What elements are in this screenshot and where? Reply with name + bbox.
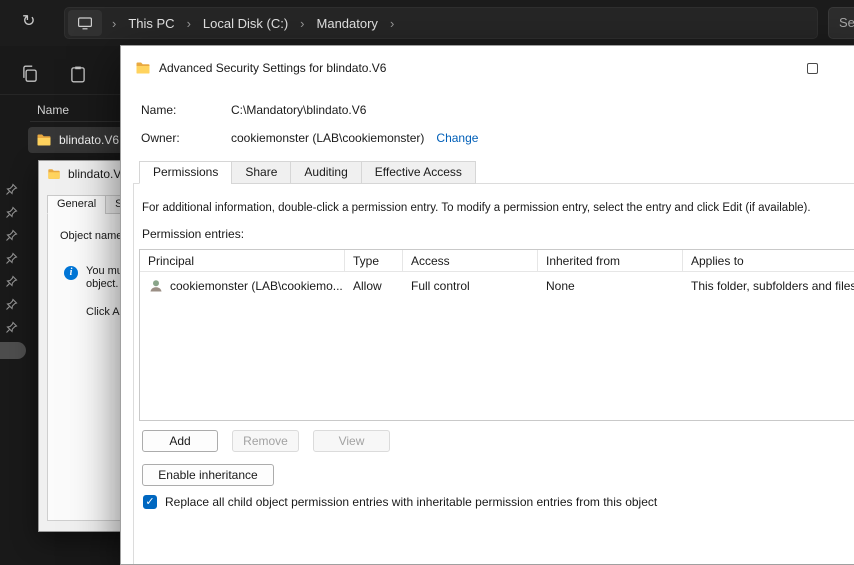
- chevron-icon: ›: [112, 15, 117, 31]
- pin-icon: [5, 183, 18, 196]
- tab-general[interactable]: General: [47, 195, 107, 214]
- user-avatar-icon: [150, 280, 162, 292]
- instruction-text: For additional information, double-click…: [142, 202, 811, 214]
- pin-icon: [5, 229, 18, 242]
- owner-value: cookiemonster (LAB\cookiemonster): [231, 131, 425, 145]
- replace-permissions-checkbox-label: Replace all child object permission entr…: [165, 495, 658, 509]
- chevron-icon: ›: [186, 15, 191, 31]
- replace-permissions-checkbox-row[interactable]: ✓ Replace all child object permission en…: [143, 495, 657, 509]
- add-button[interactable]: Add: [142, 430, 218, 452]
- pin-icon: [5, 275, 18, 288]
- inherited-from-cell: None: [546, 279, 575, 293]
- breadcrumb-item-mandatory[interactable]: Mandatory: [315, 16, 380, 31]
- file-item-label: blindato.V6: [59, 133, 120, 147]
- copy-icon[interactable]: [20, 64, 40, 84]
- permission-entries-label: Permission entries:: [142, 227, 245, 241]
- breadcrumb-item-this-pc[interactable]: This PC: [126, 16, 176, 31]
- name-column-header[interactable]: Name: [37, 103, 69, 117]
- command-bar-divider: [0, 94, 120, 95]
- paste-icon[interactable]: [68, 64, 88, 84]
- principal-cell: cookiemonster (LAB\cookiemo...: [140, 278, 345, 294]
- security-dialog-title: Advanced Security Settings for blindato.…: [159, 61, 387, 75]
- folder-icon: [136, 62, 150, 74]
- change-owner-link[interactable]: Change: [436, 131, 478, 145]
- tab-effective-access[interactable]: Effective Access: [360, 161, 476, 184]
- column-header-inherited-from[interactable]: Inherited from: [538, 250, 683, 271]
- remove-button[interactable]: Remove: [232, 430, 299, 452]
- enable-inheritance-button[interactable]: Enable inheritance: [142, 464, 274, 486]
- name-value: C:\Mandatory\blindato.V6: [231, 103, 367, 117]
- permissions-table: Principal Type Access Inherited from App…: [139, 249, 854, 421]
- pin-icon: [5, 206, 18, 219]
- view-button[interactable]: View: [313, 430, 390, 452]
- sidebar-selection-indicator: [0, 342, 26, 359]
- checkbox-checked-icon[interactable]: ✓: [143, 495, 157, 509]
- info-text-line2: object.: [86, 278, 119, 290]
- name-field-row: Name: C:\Mandatory\blindato.V6: [141, 103, 366, 117]
- tab-auditing[interactable]: Auditing: [290, 161, 362, 184]
- pin-icon: [5, 321, 18, 334]
- close-button[interactable]: ✕: [835, 46, 854, 90]
- monitor-icon: [78, 17, 93, 30]
- breadcrumb-item-local-disk[interactable]: Local Disk (C:): [201, 16, 290, 31]
- info-icon: i: [64, 266, 78, 280]
- maximize-button[interactable]: [789, 46, 835, 90]
- table-header-row: Principal Type Access Inherited from App…: [140, 250, 854, 272]
- refresh-icon[interactable]: ↻: [22, 13, 35, 31]
- security-dialog-titlebar: Advanced Security Settings for blindato.…: [121, 46, 854, 90]
- object-name-label: Object name:: [60, 230, 126, 242]
- folder-icon: [48, 169, 60, 179]
- address-bar[interactable]: › This PC › Local Disk (C:) › Mandatory …: [64, 7, 818, 39]
- column-divider: [30, 121, 120, 122]
- computer-icon[interactable]: [68, 10, 102, 36]
- pin-icon: [5, 298, 18, 311]
- security-tabs: Permissions Share Auditing Effective Acc…: [139, 161, 476, 184]
- permissions-panel: For additional information, double-click…: [133, 183, 854, 564]
- name-label: Name:: [141, 103, 177, 117]
- applies-to-cell: This folder, subfolders and files: [691, 279, 854, 293]
- access-cell: Full control: [411, 279, 470, 293]
- advanced-security-dialog: Advanced Security Settings for blindato.…: [120, 45, 854, 565]
- type-cell: Allow: [353, 279, 382, 293]
- pin-icon: [5, 252, 18, 265]
- explorer-topbar: ↻ › This PC › Local Disk (C:) › Mandator…: [0, 0, 854, 46]
- column-header-principal[interactable]: Principal: [140, 250, 345, 271]
- chevron-icon: ›: [389, 15, 395, 31]
- file-item-blindato-v6[interactable]: blindato.V6: [28, 127, 120, 153]
- column-header-type[interactable]: Type: [345, 250, 403, 271]
- principal-text: cookiemonster (LAB\cookiemo...: [170, 279, 343, 293]
- properties-dialog-title: blindato.V: [68, 167, 122, 181]
- search-input[interactable]: Sea: [828, 7, 854, 39]
- permission-entry-row[interactable]: cookiemonster (LAB\cookiemo... Allow Ful…: [140, 275, 854, 297]
- owner-label: Owner:: [141, 131, 180, 145]
- tab-share[interactable]: Share: [231, 161, 292, 184]
- owner-field-row: Owner: cookiemonster (LAB\cookiemonster)…: [141, 131, 478, 145]
- chevron-icon: ›: [300, 15, 305, 31]
- column-header-access[interactable]: Access: [403, 250, 538, 271]
- tab-permissions[interactable]: Permissions: [139, 161, 233, 184]
- folder-icon: [37, 134, 51, 146]
- column-header-applies-to[interactable]: Applies to: [683, 250, 854, 271]
- maximize-icon: [806, 62, 818, 74]
